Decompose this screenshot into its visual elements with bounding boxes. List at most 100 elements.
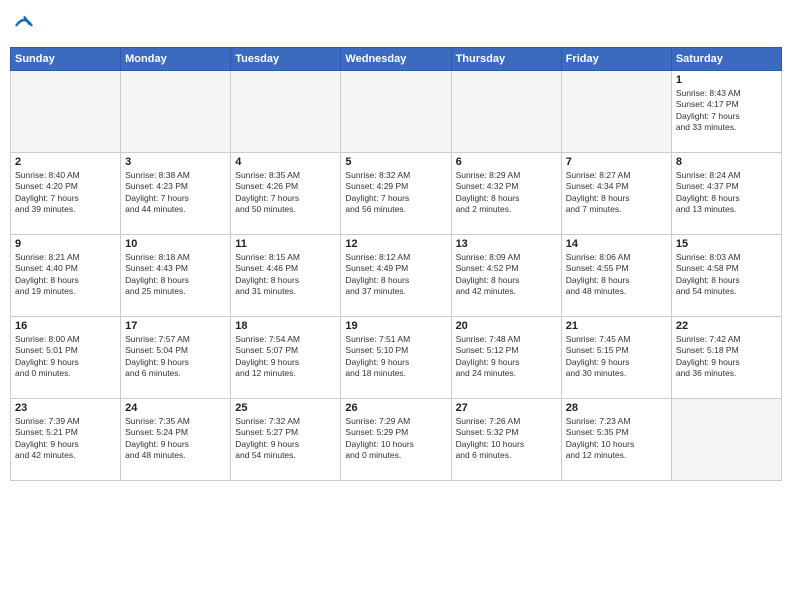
- calendar-page: SundayMondayTuesdayWednesdayThursdayFrid…: [0, 0, 792, 612]
- day-number: 26: [345, 402, 446, 414]
- weekday-header-tuesday: Tuesday: [231, 48, 341, 71]
- day-info: Sunrise: 8:06 AM Sunset: 4:55 PM Dayligh…: [566, 252, 667, 298]
- calendar-table: SundayMondayTuesdayWednesdayThursdayFrid…: [10, 47, 782, 481]
- header: [10, 10, 782, 39]
- day-info: Sunrise: 8:38 AM Sunset: 4:23 PM Dayligh…: [125, 170, 226, 216]
- day-info: Sunrise: 7:32 AM Sunset: 5:27 PM Dayligh…: [235, 416, 336, 462]
- table-row: 7 Sunrise: 8:27 AM Sunset: 4:34 PM Daylig…: [561, 153, 671, 235]
- table-row: 27 Sunrise: 7:26 AM Sunset: 5:32 PM Dayli…: [451, 399, 561, 481]
- day-number: 1: [676, 74, 777, 86]
- table-row: 15 Sunrise: 8:03 AM Sunset: 4:58 PM Dayli…: [671, 235, 781, 317]
- table-row: [231, 71, 341, 153]
- day-number: 27: [456, 402, 557, 414]
- day-info: Sunrise: 7:42 AM Sunset: 5:18 PM Dayligh…: [676, 334, 777, 380]
- day-number: 22: [676, 320, 777, 332]
- table-row: 10 Sunrise: 8:18 AM Sunset: 4:43 PM Dayli…: [121, 235, 231, 317]
- weekday-header-sunday: Sunday: [11, 48, 121, 71]
- day-info: Sunrise: 8:15 AM Sunset: 4:46 PM Dayligh…: [235, 252, 336, 298]
- day-number: 3: [125, 156, 226, 168]
- table-row: 16 Sunrise: 8:00 AM Sunset: 5:01 PM Dayli…: [11, 317, 121, 399]
- week-row-5: 23 Sunrise: 7:39 AM Sunset: 5:21 PM Dayli…: [11, 399, 782, 481]
- day-number: 18: [235, 320, 336, 332]
- week-row-2: 2 Sunrise: 8:40 AM Sunset: 4:20 PM Daylig…: [11, 153, 782, 235]
- day-info: Sunrise: 7:54 AM Sunset: 5:07 PM Dayligh…: [235, 334, 336, 380]
- day-info: Sunrise: 7:23 AM Sunset: 5:35 PM Dayligh…: [566, 416, 667, 462]
- day-info: Sunrise: 8:03 AM Sunset: 4:58 PM Dayligh…: [676, 252, 777, 298]
- table-row: [671, 399, 781, 481]
- day-info: Sunrise: 8:27 AM Sunset: 4:34 PM Dayligh…: [566, 170, 667, 216]
- day-info: Sunrise: 8:09 AM Sunset: 4:52 PM Dayligh…: [456, 252, 557, 298]
- day-info: Sunrise: 7:57 AM Sunset: 5:04 PM Dayligh…: [125, 334, 226, 380]
- table-row: 22 Sunrise: 7:42 AM Sunset: 5:18 PM Dayli…: [671, 317, 781, 399]
- day-number: 4: [235, 156, 336, 168]
- week-row-3: 9 Sunrise: 8:21 AM Sunset: 4:40 PM Daylig…: [11, 235, 782, 317]
- day-number: 6: [456, 156, 557, 168]
- weekday-header-friday: Friday: [561, 48, 671, 71]
- day-number: 10: [125, 238, 226, 250]
- table-row: 5Sunrise: 8:32 AM Sunset: 4:29 PM Daylig…: [341, 153, 451, 235]
- day-number: 25: [235, 402, 336, 414]
- table-row: 4 Sunrise: 8:35 AM Sunset: 4:26 PM Daylig…: [231, 153, 341, 235]
- week-row-4: 16 Sunrise: 8:00 AM Sunset: 5:01 PM Dayli…: [11, 317, 782, 399]
- day-number: 24: [125, 402, 226, 414]
- table-row: 9 Sunrise: 8:21 AM Sunset: 4:40 PM Daylig…: [11, 235, 121, 317]
- table-row: [451, 71, 561, 153]
- table-row: [561, 71, 671, 153]
- day-number: 12: [345, 238, 446, 250]
- weekday-header-monday: Monday: [121, 48, 231, 71]
- table-row: 26 Sunrise: 7:29 AM Sunset: 5:29 PM Dayli…: [341, 399, 451, 481]
- day-info: Sunrise: 8:40 AM Sunset: 4:20 PM Dayligh…: [15, 170, 116, 216]
- table-row: 18 Sunrise: 7:54 AM Sunset: 5:07 PM Dayli…: [231, 317, 341, 399]
- week-row-1: 1 Sunrise: 8:43 AM Sunset: 4:17 PM Daylig…: [11, 71, 782, 153]
- logo: [10, 10, 36, 39]
- day-info: Sunrise: 8:29 AM Sunset: 4:32 PM Dayligh…: [456, 170, 557, 216]
- day-info: Sunrise: 7:45 AM Sunset: 5:15 PM Dayligh…: [566, 334, 667, 380]
- weekday-header-row: SundayMondayTuesdayWednesdayThursdayFrid…: [11, 48, 782, 71]
- day-number: 17: [125, 320, 226, 332]
- day-number: 13: [456, 238, 557, 250]
- table-row: 19 Sunrise: 7:51 AM Sunset: 5:10 PM Dayli…: [341, 317, 451, 399]
- day-info: Sunrise: 8:35 AM Sunset: 4:26 PM Dayligh…: [235, 170, 336, 216]
- weekday-header-wednesday: Wednesday: [341, 48, 451, 71]
- day-number: 19: [345, 320, 446, 332]
- table-row: 28Sunrise: 7:23 AM Sunset: 5:35 PM Dayli…: [561, 399, 671, 481]
- day-number: 7: [566, 156, 667, 168]
- table-row: 6 Sunrise: 8:29 AM Sunset: 4:32 PM Daylig…: [451, 153, 561, 235]
- table-row: 20 Sunrise: 7:48 AM Sunset: 5:12 PM Dayli…: [451, 317, 561, 399]
- day-info: Sunrise: 7:29 AM Sunset: 5:29 PM Dayligh…: [345, 416, 446, 462]
- table-row: [11, 71, 121, 153]
- day-info: Sunrise: 8:18 AM Sunset: 4:43 PM Dayligh…: [125, 252, 226, 298]
- table-row: 21 Sunrise: 7:45 AM Sunset: 5:15 PM Dayli…: [561, 317, 671, 399]
- day-info: Sunrise: 8:21 AM Sunset: 4:40 PM Dayligh…: [15, 252, 116, 298]
- day-info: Sunrise: 8:24 AM Sunset: 4:37 PM Dayligh…: [676, 170, 777, 216]
- table-row: [341, 71, 451, 153]
- day-number: 16: [15, 320, 116, 332]
- day-number: 15: [676, 238, 777, 250]
- day-info: Sunrise: 7:48 AM Sunset: 5:12 PM Dayligh…: [456, 334, 557, 380]
- table-row: [121, 71, 231, 153]
- day-info: Sunrise: 7:26 AM Sunset: 5:32 PM Dayligh…: [456, 416, 557, 462]
- day-number: 2: [15, 156, 116, 168]
- day-info: Sunrise: 8:12 AM Sunset: 4:49 PM Dayligh…: [345, 252, 446, 298]
- table-row: 12 Sunrise: 8:12 AM Sunset: 4:49 PM Dayli…: [341, 235, 451, 317]
- table-row: 3 Sunrise: 8:38 AM Sunset: 4:23 PM Daylig…: [121, 153, 231, 235]
- day-info: Sunrise: 8:32 AM Sunset: 4:29 PM Dayligh…: [345, 170, 446, 216]
- table-row: 14 Sunrise: 8:06 AM Sunset: 4:55 PM Dayli…: [561, 235, 671, 317]
- day-number: 11: [235, 238, 336, 250]
- day-number: 9: [15, 238, 116, 250]
- day-number: 14: [566, 238, 667, 250]
- day-info: Sunrise: 8:43 AM Sunset: 4:17 PM Dayligh…: [676, 88, 777, 134]
- table-row: 23 Sunrise: 7:39 AM Sunset: 5:21 PM Dayli…: [11, 399, 121, 481]
- day-number: 20: [456, 320, 557, 332]
- day-number: 21: [566, 320, 667, 332]
- table-row: 2 Sunrise: 8:40 AM Sunset: 4:20 PM Daylig…: [11, 153, 121, 235]
- table-row: 8Sunrise: 8:24 AM Sunset: 4:37 PM Daylig…: [671, 153, 781, 235]
- table-row: 11 Sunrise: 8:15 AM Sunset: 4:46 PM Dayli…: [231, 235, 341, 317]
- day-number: 23: [15, 402, 116, 414]
- table-row: 17 Sunrise: 7:57 AM Sunset: 5:04 PM Dayli…: [121, 317, 231, 399]
- day-info: Sunrise: 7:39 AM Sunset: 5:21 PM Dayligh…: [15, 416, 116, 462]
- day-info: Sunrise: 7:51 AM Sunset: 5:10 PM Dayligh…: [345, 334, 446, 380]
- day-info: Sunrise: 7:35 AM Sunset: 5:24 PM Dayligh…: [125, 416, 226, 462]
- logo-icon: [12, 10, 36, 34]
- day-info: Sunrise: 8:00 AM Sunset: 5:01 PM Dayligh…: [15, 334, 116, 380]
